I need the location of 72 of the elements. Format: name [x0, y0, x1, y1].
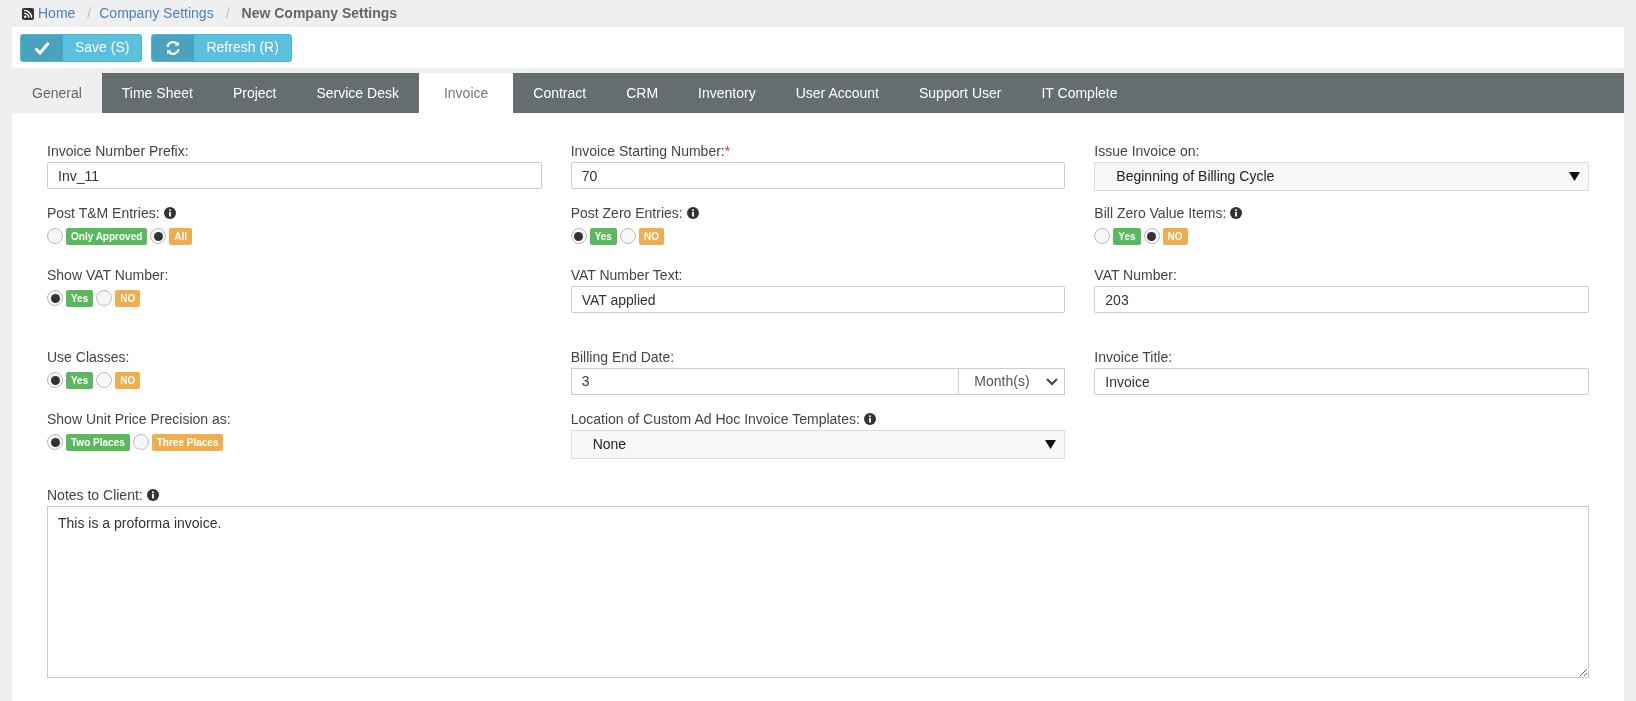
field-label: Invoice Starting Number:: [570, 141, 725, 161]
tab[interactable]: Time Sheet: [101, 73, 213, 113]
breadcrumb-link[interactable]: Company Settings: [99, 3, 214, 24]
field-label: Location of Custom Ad Hoc Invoice Templates:: [570, 409, 860, 429]
tab[interactable]: CRM: [606, 73, 679, 113]
option-label: NO: [115, 289, 141, 307]
radio-button[interactable]: [1094, 228, 1111, 244]
radio-button[interactable]: [1143, 228, 1160, 244]
option-label: Three Places: [151, 433, 224, 451]
tab[interactable]: Service Desk: [296, 73, 419, 113]
tab[interactable]: General: [12, 73, 102, 113]
checkmark-icon: [34, 40, 50, 55]
option-label: Yes: [589, 227, 617, 245]
text-field[interactable]: VAT applied: [570, 286, 1066, 313]
dropdown[interactable]: None: [570, 430, 1066, 459]
field-label: Issue Invoice on:: [1094, 141, 1200, 161]
radio-button[interactable]: [96, 290, 113, 306]
radio-button[interactable]: [570, 228, 587, 244]
field-label: Bill Zero Value Items:: [1094, 203, 1227, 223]
breadcrumb-separator: /: [224, 4, 231, 23]
tab[interactable]: Project: [212, 73, 297, 113]
radio-button[interactable]: [47, 372, 63, 388]
unit-dropdown[interactable]: Month(s): [959, 368, 1066, 395]
breadcrumb-link[interactable]: Home: [38, 3, 76, 24]
text-field[interactable]: Inv_11: [47, 162, 542, 189]
breadcrumb-separator: /: [86, 4, 93, 23]
field-label: VAT Number:: [1094, 265, 1177, 285]
field-label: VAT Number Text:: [570, 265, 683, 285]
dropdown-caret-icon: [1569, 172, 1580, 181]
tab[interactable]: Contract: [513, 73, 607, 113]
field-label: Post T&M Entries:: [47, 203, 160, 223]
option-label: Yes: [66, 371, 94, 389]
option-label: Only Approved: [66, 227, 148, 245]
field-label: Billing End Date:: [570, 347, 675, 367]
radio-button[interactable]: [47, 434, 63, 450]
option-label: Two Places: [66, 433, 130, 451]
field-label: Post Zero Entries:: [570, 203, 683, 223]
chevron-down-icon: [1046, 377, 1059, 386]
radio-button[interactable]: [132, 434, 149, 450]
required-mark: *: [724, 141, 731, 161]
notes-textarea[interactable]: This is a proforma invoice.: [47, 506, 1589, 678]
dropdown-caret-icon: [1045, 440, 1057, 449]
radio-button[interactable]: [47, 290, 63, 306]
option-label: All: [169, 227, 193, 245]
text-field[interactable]: Invoice: [1094, 368, 1589, 395]
option-label: Yes: [1113, 227, 1141, 245]
tab[interactable]: Invoice: [418, 73, 514, 113]
field-label: Show Unit Price Precision as:: [47, 409, 231, 429]
field-label: Use Classes:: [47, 347, 130, 367]
tab[interactable]: Support User: [898, 73, 1022, 113]
refresh-icon: [165, 39, 182, 56]
option-label: Yes: [66, 289, 94, 307]
option-label: NO: [115, 371, 141, 389]
field-label: Show VAT Number:: [47, 265, 169, 285]
option-label: NO: [1162, 227, 1188, 245]
radio-button[interactable]: [150, 228, 167, 244]
field-label: Invoice Number Prefix:: [47, 141, 189, 161]
tab[interactable]: IT Complete: [1021, 73, 1138, 113]
field-label: Notes to Client:: [47, 485, 143, 505]
radio-button[interactable]: [96, 372, 113, 388]
breadcrumb-current: New Company Settings: [241, 4, 398, 23]
text-field[interactable]: 70: [570, 162, 1066, 189]
field-label: Invoice Title:: [1094, 347, 1173, 367]
number-field[interactable]: 3: [570, 368, 960, 395]
radio-button[interactable]: [47, 228, 63, 244]
dropdown[interactable]: Beginning of Billing Cycle: [1094, 162, 1589, 191]
rss-icon: [22, 7, 34, 20]
tab[interactable]: User Account: [775, 73, 899, 113]
tab[interactable]: Inventory: [678, 73, 776, 113]
option-label: NO: [638, 227, 664, 245]
text-field[interactable]: 203: [1094, 286, 1589, 313]
radio-button[interactable]: [619, 228, 636, 244]
